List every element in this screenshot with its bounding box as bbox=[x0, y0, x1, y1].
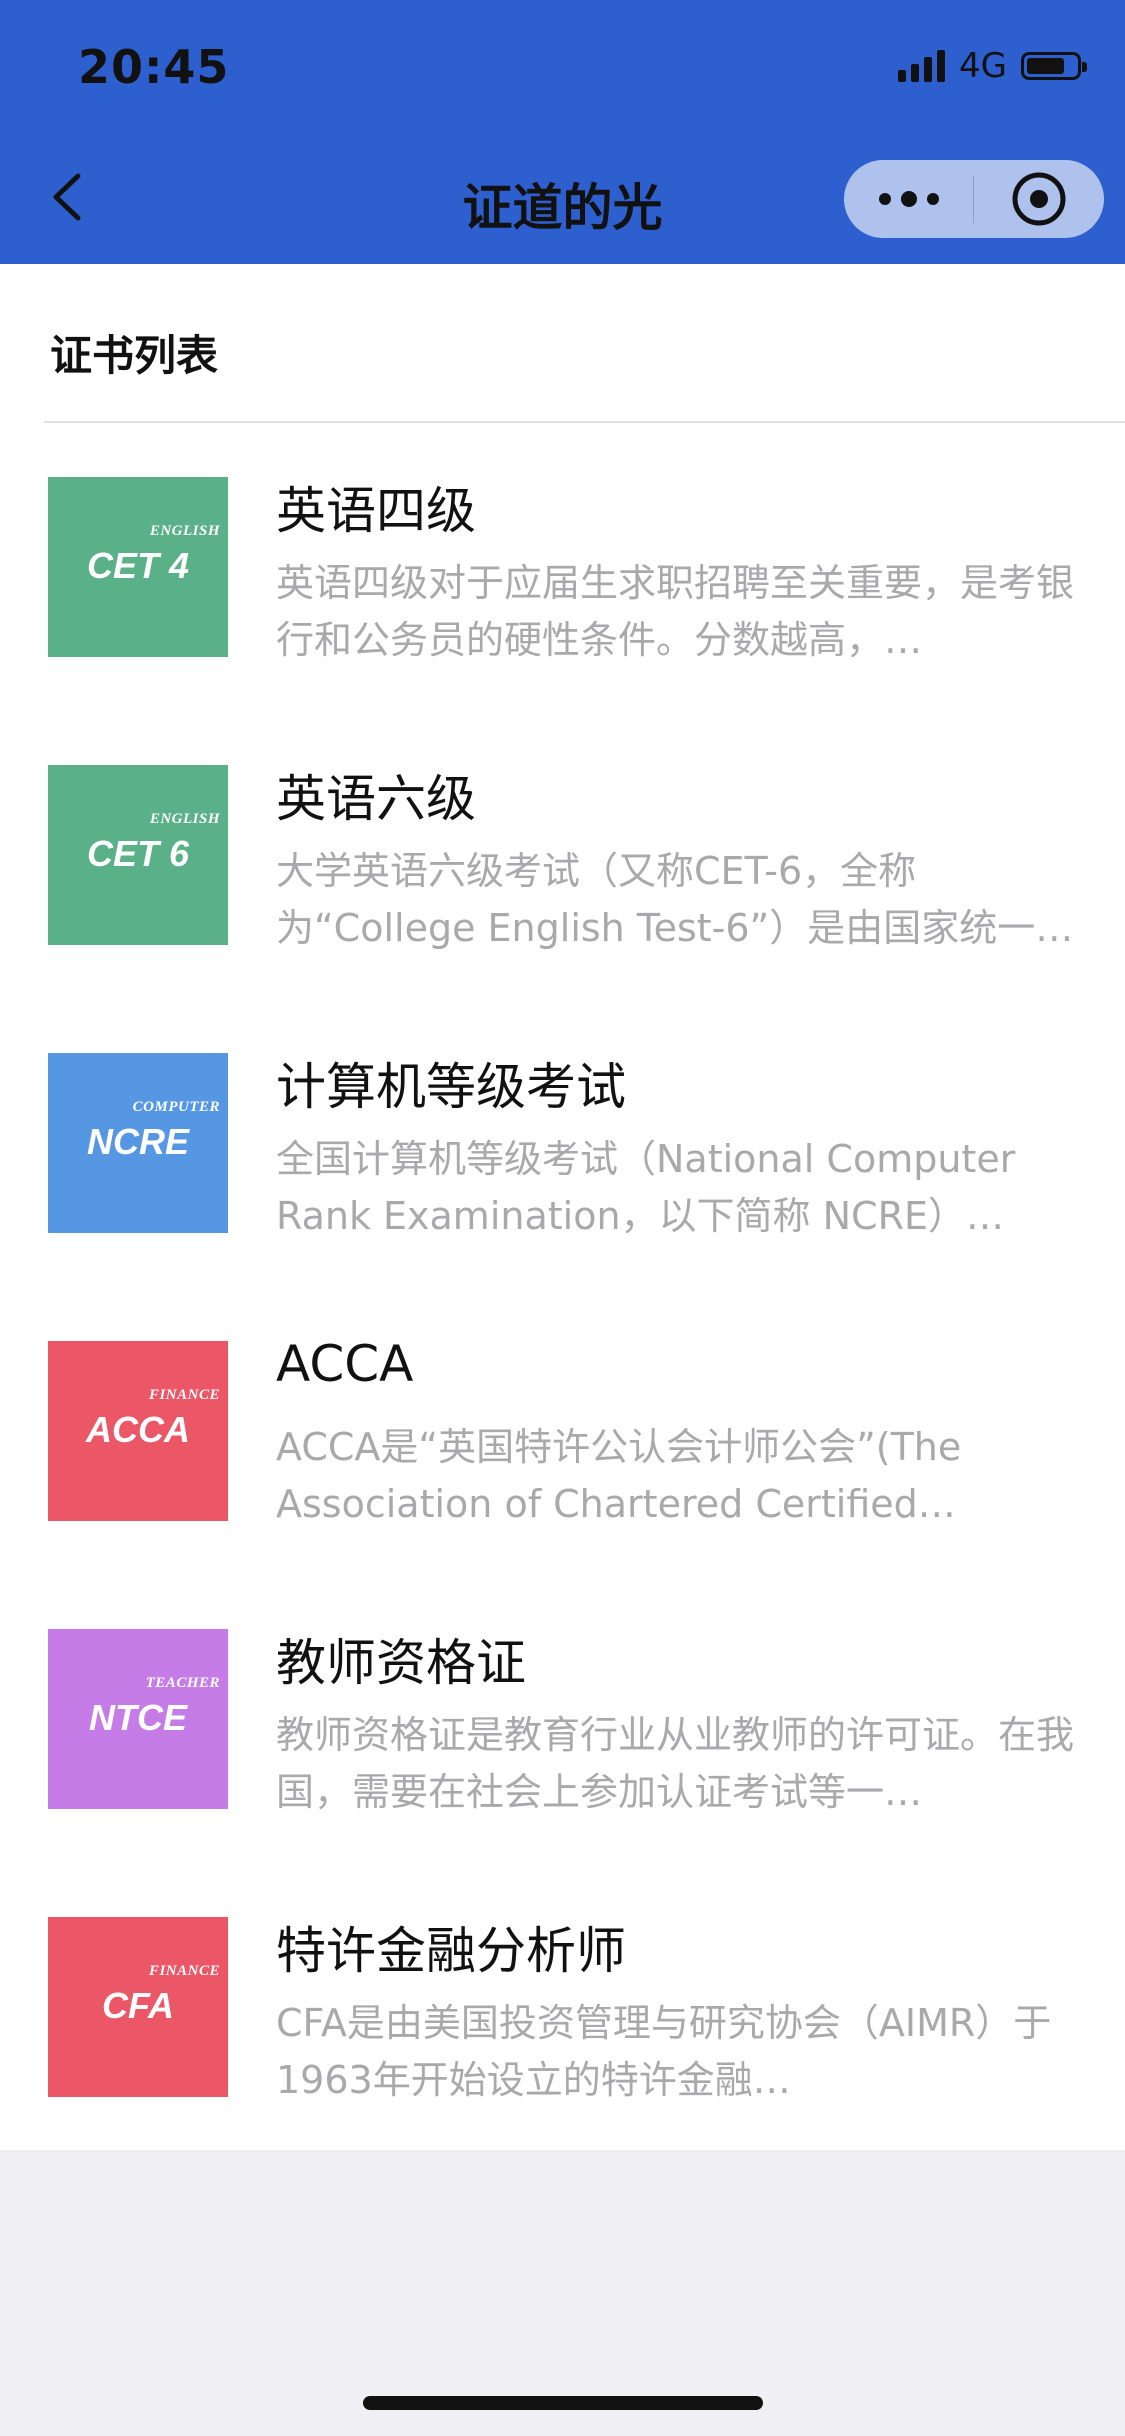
thumb-code: CET 4 bbox=[86, 545, 190, 586]
thumb-code: NTCE bbox=[89, 1697, 187, 1738]
item-description: CFA是由美国投资管理与研究协会（AIMR）于1963年开始设立的特许金融… bbox=[276, 2001, 1052, 2102]
thumb-code: ACCA bbox=[86, 1409, 190, 1450]
mini-program-capsule bbox=[844, 160, 1104, 238]
item-title: 英语六级 bbox=[276, 770, 476, 828]
list-item[interactable]: ENGLISH CET 6 英语六级 大学英语六级考试（又称CET-6，全称为“… bbox=[48, 765, 1088, 950]
item-title: ACCA bbox=[276, 1335, 414, 1393]
item-description: 大学英语六级考试（又称CET-6，全称为“College English Tes… bbox=[276, 849, 1074, 950]
thumb-category: ENGLISH bbox=[149, 523, 220, 539]
item-thumbnail: ENGLISH CET 6 bbox=[48, 765, 228, 945]
thumb-code: NCRE bbox=[86, 1121, 189, 1162]
more-button[interactable] bbox=[844, 160, 973, 238]
thumb-category: FINANCE bbox=[148, 1963, 220, 1979]
item-title: 教师资格证 bbox=[276, 1634, 526, 1692]
list-item[interactable]: ENGLISH CET 4 英语四级 英语四级对于应届生求职招聘至关重要，是考银… bbox=[48, 477, 1088, 662]
navigation-bar: 证道的光 bbox=[0, 132, 1125, 264]
close-button[interactable] bbox=[974, 160, 1103, 238]
more-dots-icon bbox=[878, 191, 939, 207]
thumb-category: COMPUTER bbox=[132, 1099, 220, 1115]
item-description: ACCA是“英国特许公认会计师公会”(The Association of Ch… bbox=[276, 1425, 962, 1526]
status-bar: 20:45 4G bbox=[0, 0, 1125, 132]
list-item[interactable]: FINANCE CFA 特许金融分析师 CFA是由美国投资管理与研究协会（AIM… bbox=[48, 1917, 1088, 2102]
item-description: 英语四级对于应届生求职招聘至关重要，是考银行和公务员的硬性条件。分数越高，… bbox=[276, 561, 1075, 662]
item-title: 英语四级 bbox=[276, 482, 476, 540]
list-item[interactable]: TEACHER NTCE 教师资格证 教师资格证是教育行业从业教师的许可证。在我… bbox=[48, 1629, 1088, 1814]
thumb-code: CET 6 bbox=[86, 833, 190, 874]
item-thumbnail: ENGLISH CET 4 bbox=[48, 477, 228, 657]
status-time: 20:45 bbox=[78, 40, 230, 94]
target-icon bbox=[1012, 172, 1065, 226]
item-title: 特许金融分析师 bbox=[276, 1922, 626, 1980]
item-title: 计算机等级考试 bbox=[276, 1058, 626, 1116]
battery-icon bbox=[1021, 52, 1087, 80]
section-title: 证书列表 bbox=[50, 331, 219, 380]
section-divider bbox=[44, 421, 1125, 423]
signal-icon bbox=[898, 50, 946, 82]
list-item[interactable]: COMPUTER NCRE 计算机等级考试 全国计算机等级考试（National… bbox=[48, 1053, 1088, 1238]
home-indicator bbox=[363, 2396, 763, 2410]
certificate-list: 证书列表 ENGLISH CET 4 英语四级 英语四级对于应届生求职招聘至关重… bbox=[0, 264, 1125, 2150]
list-item[interactable]: FINANCE ACCA ACCA ACCA是“英国特许公认会计师公会”(The… bbox=[48, 1335, 1088, 1526]
item-thumbnail: FINANCE CFA bbox=[48, 1917, 228, 2097]
thumb-category: ENGLISH bbox=[149, 811, 220, 827]
network-label: 4G bbox=[959, 46, 1007, 86]
item-thumbnail: FINANCE ACCA bbox=[48, 1341, 228, 1521]
item-description: 全国计算机等级考试（National Computer Rank Examina… bbox=[276, 1137, 1016, 1238]
item-description: 教师资格证是教育行业从业教师的许可证。在我国，需要在社会上参加认证考试等一… bbox=[276, 1713, 1075, 1814]
thumb-category: TEACHER bbox=[145, 1675, 220, 1691]
item-thumbnail: TEACHER NTCE bbox=[48, 1629, 228, 1809]
thumb-code: CFA bbox=[102, 1985, 174, 2026]
status-indicators: 4G bbox=[898, 46, 1087, 86]
thumb-category: FINANCE bbox=[148, 1387, 220, 1403]
item-thumbnail: COMPUTER NCRE bbox=[48, 1053, 228, 1233]
